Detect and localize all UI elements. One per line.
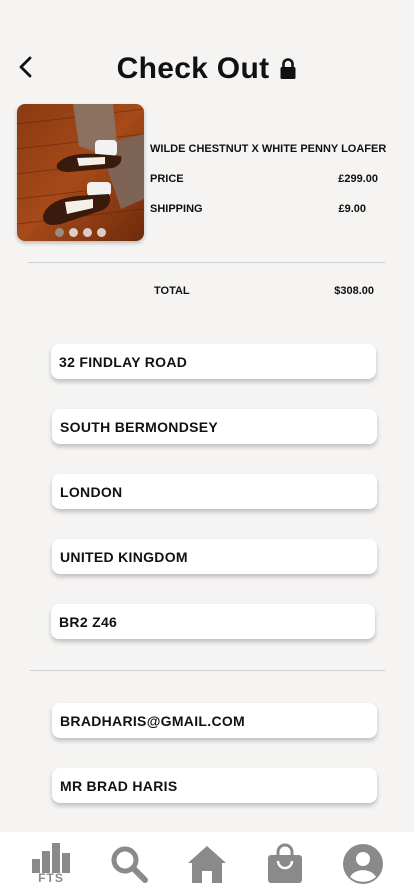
home-icon: [188, 846, 226, 883]
full-name-field[interactable]: MR BRAD HARIS: [52, 768, 377, 803]
price-value: £299.00: [338, 173, 378, 185]
price-label: PRICE: [150, 173, 184, 185]
city-field[interactable]: LONDON: [52, 474, 377, 509]
checkout-page: Check Out WILDE CHESTNUT X WHITE PENNY L…: [0, 0, 414, 896]
carousel-dot[interactable]: [69, 228, 78, 237]
lock-icon: [280, 58, 296, 79]
page-title: Check Out: [116, 52, 270, 85]
fts-logo-icon: [32, 843, 70, 873]
shipping-value: £9.00: [338, 203, 366, 215]
nav-bag[interactable]: [261, 840, 309, 888]
nav-search[interactable]: [105, 840, 153, 888]
nav-fts-logo[interactable]: FTS: [27, 840, 75, 888]
fts-logo-text: FTS: [38, 871, 64, 885]
carousel-dot[interactable]: [83, 228, 92, 237]
carousel-dot[interactable]: [97, 228, 106, 237]
postcode-field[interactable]: BR2 Z46: [51, 604, 375, 639]
divider: [30, 670, 385, 671]
shopping-bag-icon: [268, 843, 302, 883]
nav-home[interactable]: [183, 840, 231, 888]
carousel-dot[interactable]: [55, 228, 64, 237]
bottom-nav: FTS: [0, 832, 414, 896]
product-name: WILDE CHESTNUT X WHITE PENNY LOAFER: [150, 143, 387, 155]
country-field[interactable]: UNITED KINGDOM: [52, 539, 377, 574]
carousel-dots: [17, 228, 144, 237]
address-line2-field[interactable]: SOUTH BERMONDSEY: [52, 409, 377, 444]
header: Check Out: [0, 48, 414, 90]
email-field[interactable]: BRADHARIS@GMAIL.COM: [52, 703, 377, 738]
product-image: [17, 104, 144, 241]
account-icon: [343, 844, 383, 884]
divider: [28, 262, 385, 263]
total-value: $308.00: [334, 285, 374, 297]
search-icon: [111, 846, 148, 883]
product-image-carousel[interactable]: [17, 104, 144, 241]
nav-account[interactable]: [339, 840, 387, 888]
shipping-label: SHIPPING: [150, 203, 203, 215]
address-line1-field[interactable]: 32 FINDLAY ROAD: [51, 344, 376, 379]
total-label: TOTAL: [154, 285, 190, 297]
